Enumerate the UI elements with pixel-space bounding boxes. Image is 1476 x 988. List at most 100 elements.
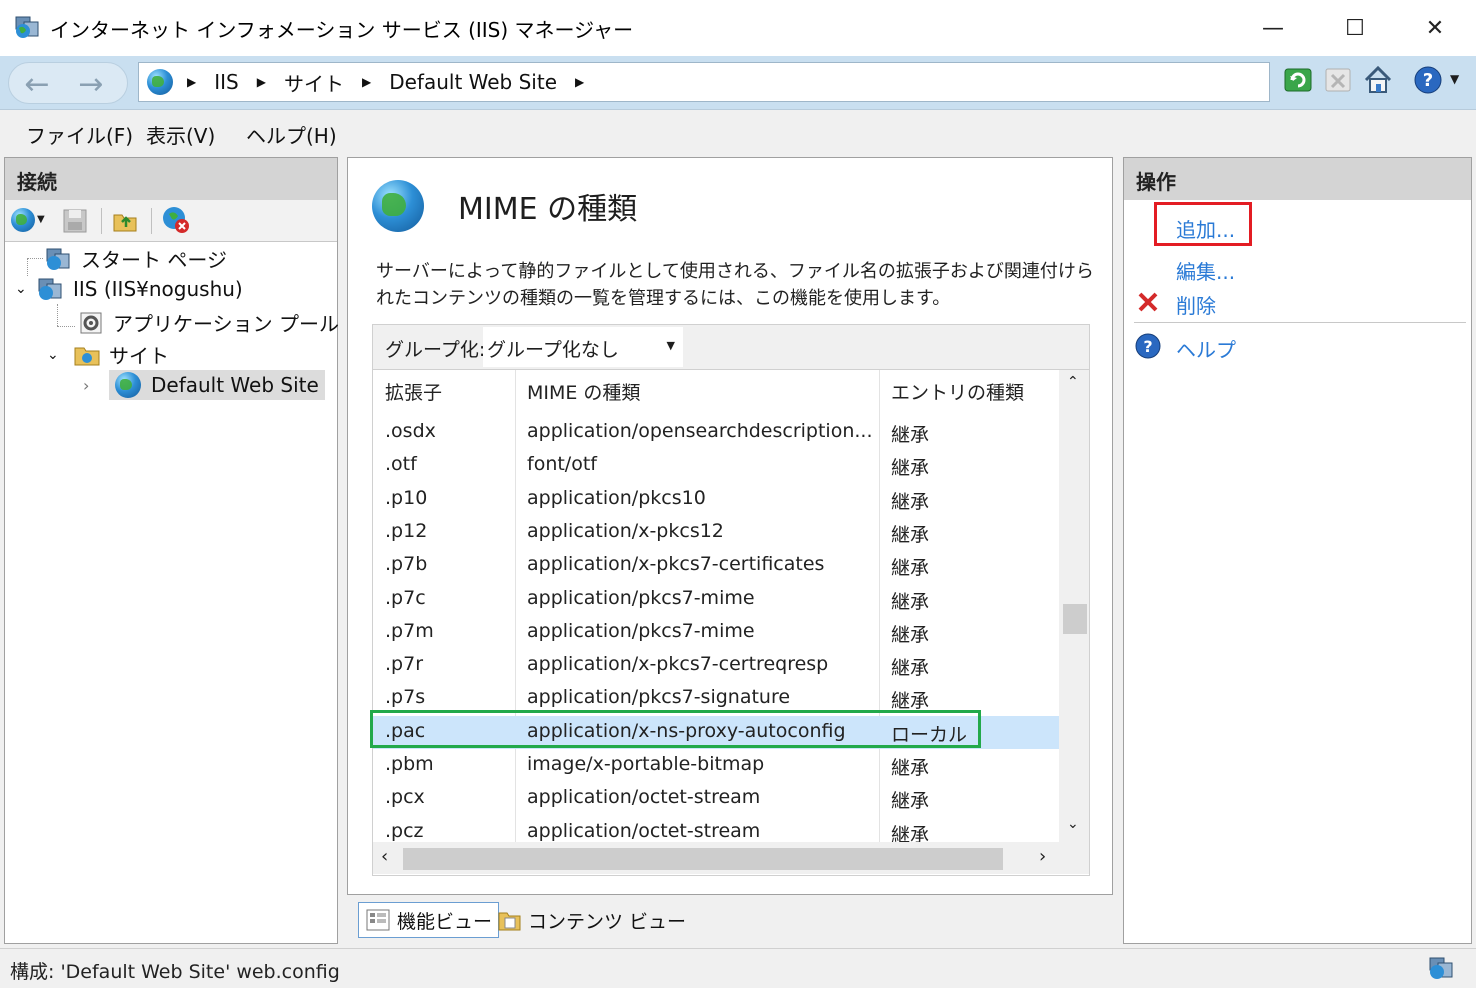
horizontal-scroll-thumb[interactable] [403, 848, 1003, 870]
connect-globe-icon[interactable] [11, 208, 35, 232]
cell-mime-type: application/x-pkcs7-certificates [527, 553, 825, 576]
connect-dropdown-icon[interactable]: ▼ [37, 214, 45, 225]
close-button[interactable]: ✕ [1394, 0, 1476, 56]
save-icon[interactable] [61, 207, 89, 235]
tab-content-view[interactable]: コンテンツ ビュー [490, 902, 692, 938]
back-arrow-icon[interactable]: ← [13, 67, 61, 102]
stop-icon[interactable] [1322, 64, 1354, 96]
tree-line [57, 304, 58, 326]
sort-ascending-icon: ˄ [439, 370, 445, 380]
edit-action-link[interactable]: 編集... [1176, 256, 1235, 285]
tree-item-label: スタート ページ [81, 248, 227, 272]
tree-item-label: サイト [109, 344, 169, 368]
column-header-extension[interactable]: 拡張子 [385, 378, 442, 405]
toolbar-divider [101, 208, 102, 234]
globe-icon [115, 372, 141, 398]
cell-extension: .pcx [385, 786, 425, 809]
breadcrumb-separator[interactable]: ▶ [575, 75, 584, 89]
tree-item-default-web-site[interactable]: › Default Web Site [83, 370, 325, 400]
table-row[interactable]: .p7b application/x-pkcs7-certificates 継承 [373, 549, 1059, 582]
content-view-icon [498, 912, 521, 931]
maximize-button[interactable]: ☐ [1314, 0, 1396, 56]
cell-entry-type: 継承 [891, 557, 930, 580]
column-header-entry-type[interactable]: エントリの種類 [891, 378, 1024, 405]
forward-arrow-icon[interactable]: → [67, 67, 115, 102]
iis-manager-window: インターネット インフォメーション サービス (IIS) マネージャー — ☐ … [0, 0, 1476, 988]
delete-icon[interactable] [1136, 290, 1160, 314]
minimize-button[interactable]: — [1232, 0, 1314, 56]
delete-action-link[interactable]: 削除 [1176, 290, 1216, 319]
scroll-left-icon[interactable]: ‹ [381, 846, 388, 867]
menu-help[interactable]: ヘルプ(H) [246, 120, 337, 149]
cell-entry-type: 継承 [891, 590, 930, 613]
help-action-link[interactable]: ヘルプ [1176, 334, 1236, 363]
svg-text:?: ? [1423, 70, 1433, 91]
breadcrumb-iis[interactable]: IIS [214, 70, 239, 94]
tab-label: コンテンツ ビュー [528, 910, 687, 933]
status-text: 構成: 'Default Web Site' web.config [10, 961, 340, 983]
group-by-select[interactable]: グループ化なし ▼ [483, 327, 683, 367]
table-row[interactable]: .p10 application/pkcs10 継承 [373, 483, 1059, 516]
cell-entry-type: 継承 [891, 790, 930, 813]
tree-item-sites[interactable]: ⌄ サイト [47, 340, 169, 369]
scroll-right-icon[interactable]: › [1039, 846, 1046, 867]
table-row[interactable]: .osdx application/opensearchdescription..… [373, 416, 1059, 449]
breadcrumb-sites[interactable]: サイト [284, 68, 344, 97]
selected-node[interactable]: Default Web Site [109, 370, 325, 400]
column-header-mime[interactable]: MIME の種類 [527, 378, 640, 405]
scroll-up-icon[interactable]: ⌃ [1067, 374, 1079, 390]
app-pool-icon [80, 312, 102, 333]
breadcrumb-default-web-site[interactable]: Default Web Site [389, 70, 557, 94]
table-row[interactable]: .pbm image/x-portable-bitmap 継承 [373, 749, 1059, 782]
menu-bar: ファイル(F) 表示(V) ヘルプ(H) [0, 110, 1476, 156]
help-icon[interactable]: ? [1134, 332, 1162, 360]
connections-title: 接続 [5, 158, 337, 200]
tree-item-label: アプリケーション プール [113, 312, 339, 336]
vertical-scrollbar[interactable]: ⌃ ⌄ [1059, 370, 1089, 842]
breadcrumb-separator[interactable]: ▶ [362, 75, 371, 89]
breadcrumb-separator[interactable]: ▶ [257, 75, 266, 89]
breadcrumb-separator[interactable]: ▶ [187, 75, 196, 89]
server-status-icon [1429, 957, 1453, 979]
refresh-icon[interactable] [1282, 64, 1314, 96]
iis-app-icon [15, 16, 39, 38]
table-row[interactable]: .p7r application/x-pkcs7-certreqresp 継承 [373, 649, 1059, 682]
address-bar[interactable]: ▶ IIS ▶ サイト ▶ Default Web Site ▶ [138, 62, 1270, 102]
cell-extension: .p10 [385, 486, 428, 509]
disconnect-icon[interactable] [161, 205, 191, 235]
expand-chevron-icon[interactable]: › [83, 376, 109, 395]
cell-extension: .p7b [385, 553, 428, 576]
home-icon[interactable] [1362, 64, 1394, 96]
cell-mime-type: application/x-pkcs12 [527, 519, 724, 542]
help-dropdown-chevron-icon[interactable]: ▼ [1450, 72, 1459, 86]
cell-extension: .p7r [385, 653, 423, 676]
pac-row-highlight [370, 710, 981, 748]
navigation-bar: ← → ▶ IIS ▶ サイト ▶ Default Web Site ▶ ? ▼ [0, 56, 1476, 110]
vertical-scroll-thumb[interactable] [1063, 604, 1087, 634]
table-row[interactable]: .p7c application/pkcs7-mime 継承 [373, 583, 1059, 616]
table-row[interactable]: .p12 application/x-pkcs12 継承 [373, 516, 1059, 549]
table-row[interactable]: .pcx application/octet-stream 継承 [373, 782, 1059, 815]
group-by-bar: グループ化: グループ化なし ▼ [372, 324, 1090, 370]
tree-item-server[interactable]: ⌄ IIS (IIS¥nogushu) [15, 276, 243, 302]
collapse-chevron-icon[interactable]: ⌄ [47, 347, 73, 363]
collapse-chevron-icon[interactable]: ⌄ [15, 281, 37, 297]
cell-extension: .osdx [385, 420, 436, 442]
help-icon[interactable]: ? [1412, 64, 1444, 96]
table-row[interactable]: .p7m application/pkcs7-mime 継承 [373, 616, 1059, 649]
up-folder-icon[interactable] [111, 207, 139, 235]
cell-entry-type: 継承 [891, 424, 930, 446]
table-row[interactable]: .otf font/otf 継承 [373, 449, 1059, 482]
tree-item-app-pools[interactable]: アプリケーション プール [77, 308, 339, 337]
svg-text:?: ? [1143, 337, 1152, 356]
tree-item-start-page[interactable]: スタート ページ [45, 244, 227, 273]
horizontal-scrollbar[interactable]: ‹ › [373, 842, 1089, 874]
tree-line [57, 326, 75, 327]
group-by-value: グループ化なし [487, 339, 619, 361]
menu-file[interactable]: ファイル(F) [26, 120, 133, 149]
tab-features-view[interactable]: 機能ビュー [358, 902, 500, 938]
feature-description: サーバーによって静的ファイルとして使用される、ファイル名の拡張子および関連付けら… [376, 261, 1094, 309]
scroll-down-icon[interactable]: ⌄ [1067, 816, 1079, 832]
menu-view[interactable]: 表示(V) [146, 120, 215, 149]
start-page-icon [46, 248, 70, 270]
